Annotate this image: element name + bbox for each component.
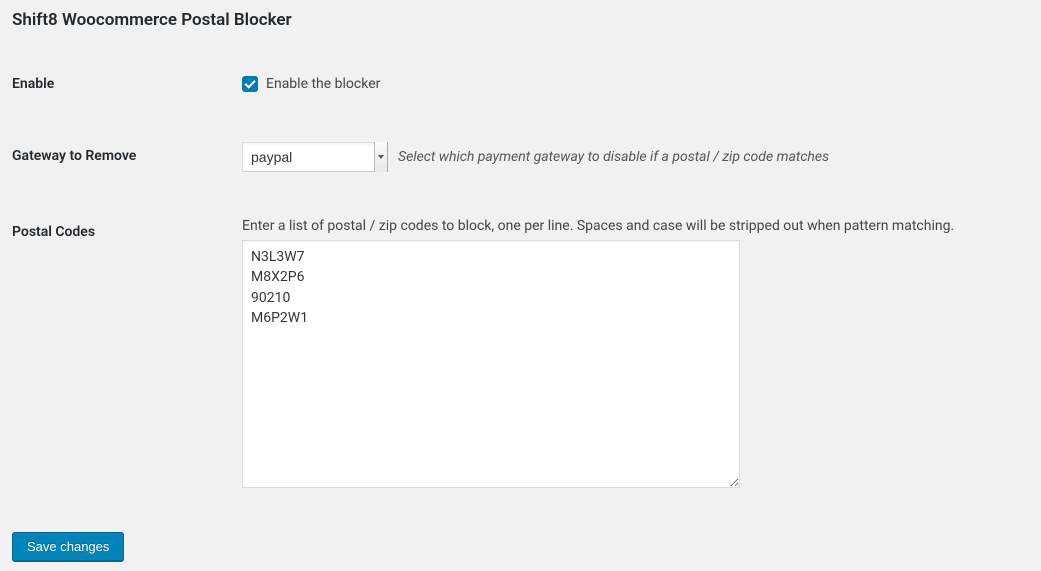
postal-codes-label: Postal Codes [12,208,242,502]
gateway-select-wrap: paypal [242,142,388,172]
postal-codes-row: Postal Codes Enter a list of postal / zi… [12,208,1029,502]
gateway-row: Gateway to Remove paypal Select which pa… [12,106,1029,208]
enable-label: Enable [12,66,242,106]
enable-checkbox[interactable] [242,76,258,92]
submit-area: Save changes [12,532,1029,561]
enable-row: Enable Enable the blocker [12,66,1029,106]
gateway-select[interactable]: paypal [242,142,388,172]
page-title: Shift8 Woocommerce Postal Blocker [12,10,1029,30]
gateway-hint: Select which payment gateway to disable … [398,149,829,165]
postal-codes-description: Enter a list of postal / zip codes to bl… [242,218,1029,234]
enable-checkbox-label: Enable the blocker [266,76,380,92]
save-button[interactable]: Save changes [12,532,124,561]
postal-codes-textarea[interactable]: N3L3W7 M8X2P6 90210 M6P2W1 [242,240,740,488]
enable-checkbox-wrap[interactable]: Enable the blocker [242,76,380,92]
gateway-label: Gateway to Remove [12,106,242,208]
